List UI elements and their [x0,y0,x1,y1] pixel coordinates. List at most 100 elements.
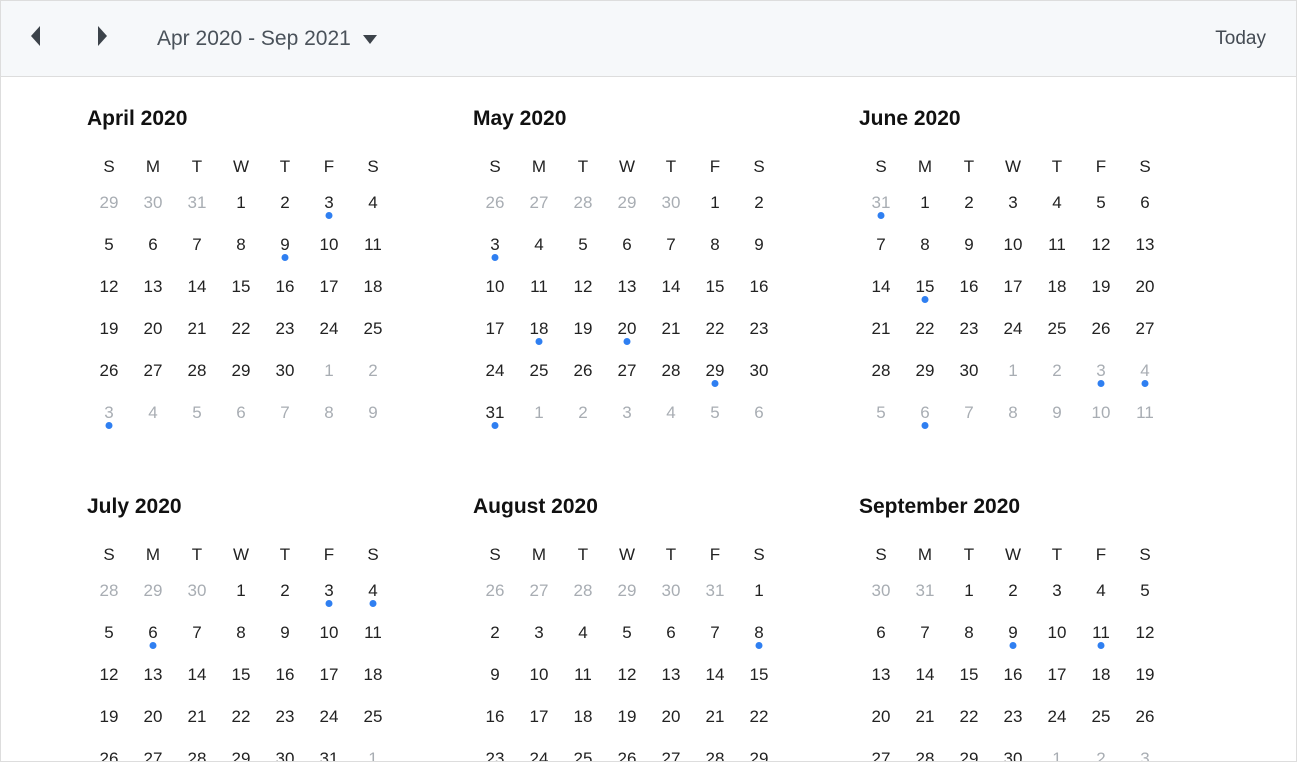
calendar-day[interactable]: 5 [693,393,737,435]
calendar-day[interactable]: 6 [1123,183,1167,225]
calendar-day[interactable]: 30 [131,183,175,225]
calendar-day[interactable]: 31 [175,183,219,225]
calendar-day[interactable]: 30 [991,739,1035,761]
calendar-day[interactable]: 15 [903,267,947,309]
calendar-day[interactable]: 3 [517,613,561,655]
calendar-day[interactable]: 27 [605,351,649,393]
calendar-day[interactable]: 10 [517,655,561,697]
calendar-day[interactable]: 28 [87,571,131,613]
calendar-day[interactable]: 2 [473,613,517,655]
calendar-day[interactable]: 14 [175,267,219,309]
calendar-day[interactable]: 22 [219,309,263,351]
calendar-day[interactable]: 18 [561,697,605,739]
calendar-day[interactable]: 26 [473,183,517,225]
calendar-day[interactable]: 9 [947,225,991,267]
calendar-day[interactable]: 30 [649,571,693,613]
calendar-day[interactable]: 3 [307,571,351,613]
calendar-day[interactable]: 13 [131,267,175,309]
calendar-day[interactable]: 22 [947,697,991,739]
calendar-day[interactable]: 24 [307,309,351,351]
calendar-day[interactable]: 25 [1079,697,1123,739]
calendar-day[interactable]: 2 [263,183,307,225]
calendar-day[interactable]: 28 [561,571,605,613]
calendar-day[interactable]: 13 [1123,225,1167,267]
calendar-day[interactable]: 1 [693,183,737,225]
calendar-day[interactable]: 27 [517,183,561,225]
calendar-day[interactable]: 6 [131,225,175,267]
calendar-day[interactable]: 29 [693,351,737,393]
calendar-day[interactable]: 18 [351,655,395,697]
calendar-day[interactable]: 18 [1079,655,1123,697]
calendar-day[interactable]: 13 [859,655,903,697]
calendar-day[interactable]: 20 [649,697,693,739]
calendar-day[interactable]: 9 [1035,393,1079,435]
calendar-day[interactable]: 9 [737,225,781,267]
calendar-day[interactable]: 28 [859,351,903,393]
calendar-day[interactable]: 7 [859,225,903,267]
calendar-day[interactable]: 15 [219,267,263,309]
calendar-day[interactable]: 1 [737,571,781,613]
calendar-day[interactable]: 26 [561,351,605,393]
calendar-day[interactable]: 20 [1123,267,1167,309]
calendar-day[interactable]: 11 [1123,393,1167,435]
calendar-day[interactable]: 11 [517,267,561,309]
calendar-day[interactable]: 8 [737,613,781,655]
calendar-day[interactable]: 30 [947,351,991,393]
calendar-day[interactable]: 23 [473,739,517,761]
calendar-day[interactable]: 18 [517,309,561,351]
calendar-day[interactable]: 9 [473,655,517,697]
calendar-day[interactable]: 3 [1123,739,1167,761]
calendar-day[interactable]: 26 [87,351,131,393]
calendar-day[interactable]: 6 [131,613,175,655]
calendar-day[interactable]: 29 [87,183,131,225]
calendar-day[interactable]: 12 [1079,225,1123,267]
calendar-day[interactable]: 17 [307,655,351,697]
calendar-day[interactable]: 17 [307,267,351,309]
calendar-day[interactable]: 8 [903,225,947,267]
calendar-day[interactable]: 19 [561,309,605,351]
calendar-day[interactable]: 8 [219,613,263,655]
calendar-day[interactable]: 3 [1079,351,1123,393]
calendar-day[interactable]: 29 [605,571,649,613]
calendar-day[interactable]: 23 [737,309,781,351]
calendar-day[interactable]: 12 [605,655,649,697]
calendar-day[interactable]: 30 [737,351,781,393]
calendar-day[interactable]: 2 [351,351,395,393]
calendar-day[interactable]: 24 [991,309,1035,351]
calendar-day[interactable]: 5 [87,225,131,267]
calendar-day[interactable]: 14 [903,655,947,697]
calendar-day[interactable]: 31 [473,393,517,435]
calendar-day[interactable]: 18 [351,267,395,309]
calendar-day[interactable]: 10 [991,225,1035,267]
calendar-day[interactable]: 3 [1035,571,1079,613]
calendar-day[interactable]: 5 [87,613,131,655]
calendar-day[interactable]: 24 [1035,697,1079,739]
calendar-day[interactable]: 27 [517,571,561,613]
calendar-day[interactable]: 11 [351,613,395,655]
calendar-day[interactable]: 3 [307,183,351,225]
calendar-day[interactable]: 1 [219,183,263,225]
calendar-day[interactable]: 4 [1123,351,1167,393]
calendar-day[interactable]: 17 [991,267,1035,309]
calendar-day[interactable]: 22 [903,309,947,351]
calendar-day[interactable]: 23 [263,309,307,351]
calendar-day[interactable]: 29 [605,183,649,225]
calendar-day[interactable]: 8 [991,393,1035,435]
calendar-day[interactable]: 25 [517,351,561,393]
calendar-day[interactable]: 21 [175,697,219,739]
calendar-day[interactable]: 20 [859,697,903,739]
calendar-day[interactable]: 19 [1079,267,1123,309]
calendar-day[interactable]: 17 [517,697,561,739]
calendar-day[interactable]: 25 [1035,309,1079,351]
calendar-day[interactable]: 27 [1123,309,1167,351]
calendar-day[interactable]: 6 [605,225,649,267]
calendar-day[interactable]: 6 [737,393,781,435]
calendar-day[interactable]: 15 [693,267,737,309]
calendar-day[interactable]: 20 [131,697,175,739]
calendar-day[interactable]: 28 [561,183,605,225]
calendar-day[interactable]: 9 [263,613,307,655]
calendar-day[interactable]: 16 [263,267,307,309]
calendar-day[interactable]: 14 [859,267,903,309]
calendar-day[interactable]: 17 [473,309,517,351]
calendar-day[interactable]: 4 [351,183,395,225]
